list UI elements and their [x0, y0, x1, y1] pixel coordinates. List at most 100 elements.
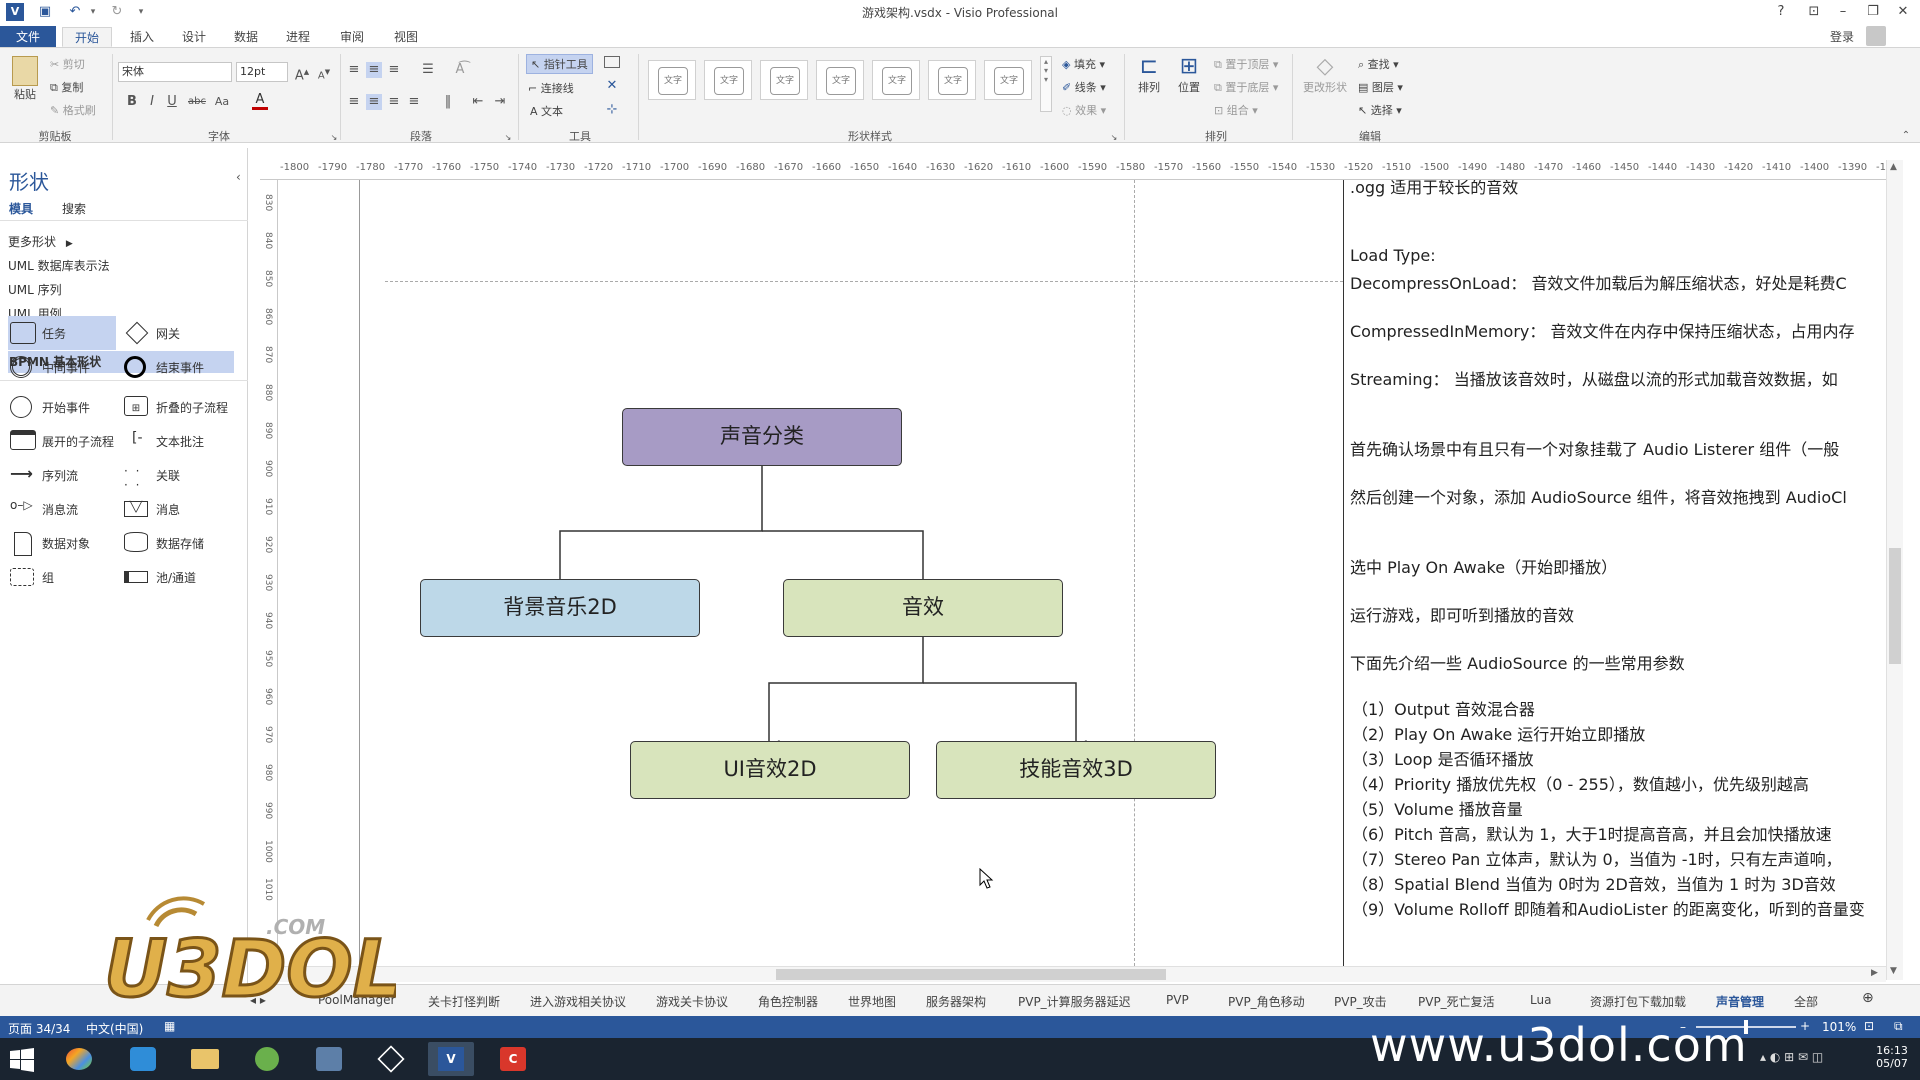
- taskbar-app-green[interactable]: [244, 1042, 290, 1076]
- page-tab[interactable]: 全部: [1794, 993, 1818, 1010]
- change-shape-button[interactable]: ◇ 更改形状: [1300, 54, 1350, 95]
- add-page-icon[interactable]: ⊕: [1862, 990, 1874, 1006]
- help-button[interactable]: ?: [1770, 2, 1792, 22]
- text-tool-button[interactable]: A 文本: [530, 103, 563, 119]
- shape-style-option[interactable]: 文字: [648, 60, 696, 100]
- zoom-in-icon[interactable]: +: [1800, 1019, 1810, 1033]
- align-button[interactable]: ⊏ 排列: [1132, 54, 1166, 95]
- language-indicator[interactable]: 中文(中国): [86, 1020, 143, 1037]
- shape-style-option[interactable]: 文字: [928, 60, 976, 100]
- connector-sfx-ui[interactable]: [767, 637, 924, 752]
- collapse-ribbon-icon[interactable]: ⌃: [1898, 128, 1914, 144]
- shape-end-event[interactable]: 结束事件: [122, 350, 234, 384]
- page-tab[interactable]: 关卡打怪判断: [428, 993, 500, 1010]
- position-button[interactable]: ⊞ 位置: [1172, 54, 1206, 95]
- align-top-icon[interactable]: ≡: [346, 62, 362, 78]
- page-tab[interactable]: 进入游戏相关协议: [530, 993, 626, 1010]
- stencil-uml-database[interactable]: UML 数据库表示法: [8, 255, 234, 277]
- tab-review[interactable]: 审阅: [330, 27, 374, 47]
- tab-search[interactable]: 搜索: [62, 200, 86, 217]
- page-tab[interactable]: PVP_计算服务器延迟: [1018, 993, 1131, 1010]
- shape-text-annotation[interactable]: [‑ 文本批注: [122, 424, 234, 458]
- page-tab[interactable]: PVP: [1166, 993, 1189, 1007]
- page-tab[interactable]: 资源打包下载加载: [1590, 993, 1686, 1010]
- rectangle-tool-icon[interactable]: [604, 56, 620, 68]
- shape-start-event[interactable]: 开始事件: [8, 390, 116, 424]
- text-direction-icon[interactable]: A͡: [452, 62, 468, 78]
- shape-gateway[interactable]: 网关: [122, 316, 234, 350]
- drawing-canvas[interactable]: 声音分类 背景音乐2D 音效 UI音效2D 技能音效3D .ogg 适用于较长的…: [279, 180, 1886, 966]
- shape-task[interactable]: 任务: [8, 316, 116, 350]
- line-spacing-icon[interactable]: ‖: [440, 94, 456, 110]
- minimize-icon[interactable]: –: [1832, 2, 1854, 22]
- node-background-music[interactable]: 背景音乐2D: [420, 579, 700, 637]
- connector-root-bgm[interactable]: [558, 466, 763, 600]
- decrease-indent-icon[interactable]: ⇤: [470, 94, 486, 110]
- page-tab[interactable]: PVP_攻击: [1334, 993, 1387, 1010]
- shape-intermediate-event[interactable]: 中间事件: [8, 350, 116, 384]
- shape-style-option[interactable]: 文字: [872, 60, 920, 100]
- shape-group[interactable]: 组: [8, 560, 116, 594]
- shape-message[interactable]: ╲╱ 消息: [122, 492, 234, 526]
- shape-style-option[interactable]: 文字: [816, 60, 864, 100]
- shape-style-option[interactable]: 文字: [984, 60, 1032, 100]
- page-tab[interactable]: 服务器架构: [926, 993, 986, 1010]
- close-icon[interactable]: ✕: [1892, 2, 1914, 22]
- system-tray-icons[interactable]: ▴ ◐ ⊞ ✉ ◫: [1760, 1050, 1823, 1064]
- tab-data[interactable]: 数据: [224, 27, 268, 47]
- pointer-tool-button[interactable]: ↖ 指针工具: [526, 54, 593, 74]
- vertical-scroll-thumb[interactable]: [1889, 548, 1901, 664]
- align-center-icon[interactable]: ≡: [366, 94, 382, 110]
- page-tab[interactable]: 游戏关卡协议: [656, 993, 728, 1010]
- page-tab[interactable]: Lua: [1530, 993, 1551, 1007]
- node-sound-category[interactable]: 声音分类: [622, 408, 902, 466]
- effects-button[interactable]: ◌ 效果 ▾: [1062, 102, 1106, 118]
- shape-data-object[interactable]: 数据对象: [8, 526, 116, 560]
- gallery-scroll-icon[interactable]: ▴ ▾ ▾: [1040, 56, 1052, 112]
- tab-home[interactable]: 开始: [62, 27, 112, 47]
- node-ui-sound-2d[interactable]: UI音效2D: [630, 741, 910, 799]
- page-tab[interactable]: 世界地图: [848, 993, 896, 1010]
- taskbar-app-explorer[interactable]: [182, 1042, 228, 1076]
- tab-stencils[interactable]: 模具: [9, 200, 33, 217]
- shape-message-flow[interactable]: o–▷ 消息流: [8, 492, 116, 526]
- shrink-font-icon[interactable]: A▼: [316, 64, 332, 81]
- scroll-up-icon[interactable]: ▲: [1890, 162, 1897, 172]
- strikethrough-button[interactable]: abc: [186, 94, 208, 110]
- fill-button[interactable]: ◈ 填充 ▾: [1062, 56, 1105, 72]
- shape-style-option[interactable]: 文字: [704, 60, 752, 100]
- taskbar-app-network[interactable]: [306, 1042, 352, 1076]
- justify-icon[interactable]: ≡: [406, 94, 422, 110]
- layers-button[interactable]: ▤ 图层 ▾: [1358, 79, 1403, 95]
- connection-point-icon[interactable]: ⊹: [604, 102, 620, 118]
- fit-page-icon[interactable]: ⊡: [1864, 1019, 1874, 1033]
- vertical-scrollbar[interactable]: ▲ ▼: [1886, 160, 1903, 980]
- italic-button[interactable]: I: [144, 94, 160, 110]
- shape-sequence-flow[interactable]: ⟶ 序列流: [8, 458, 116, 492]
- align-middle-icon[interactable]: ≡: [366, 62, 382, 78]
- cut-button[interactable]: ✂ 剪切: [50, 56, 85, 72]
- shape-association[interactable]: · · · · 关联: [122, 458, 234, 492]
- tab-design[interactable]: 设计: [172, 27, 216, 47]
- connector-tool-button[interactable]: ⌐ 连接线: [528, 80, 574, 96]
- notes-text-box[interactable]: .ogg 适用于较长的音效 Load Type: DecompressOnLoa…: [1343, 180, 1886, 966]
- send-to-back-button[interactable]: ⧉ 置于底层 ▾: [1214, 79, 1278, 95]
- scroll-right-icon[interactable]: ▶: [1871, 968, 1878, 978]
- restore-icon[interactable]: ❐: [1862, 2, 1884, 22]
- page-tab[interactable]: PVP_角色移动: [1228, 993, 1305, 1010]
- shape-pool-lane[interactable]: 池/通道: [122, 560, 234, 594]
- paragraph-dialog-launcher-icon[interactable]: ↘: [500, 130, 516, 146]
- shape-collapsed-subprocess[interactable]: ⊞ 折叠的子流程: [122, 390, 234, 424]
- change-case-button[interactable]: Aa: [210, 94, 234, 110]
- tab-process[interactable]: 进程: [276, 27, 320, 47]
- align-left-icon[interactable]: ≡: [346, 94, 362, 110]
- align-right-icon[interactable]: ≡: [386, 94, 402, 110]
- taskbar-app-unity[interactable]: [368, 1042, 414, 1076]
- sign-in-link[interactable]: 登录: [1822, 27, 1862, 47]
- shape-data-store[interactable]: 数据存储: [122, 526, 234, 560]
- connector-sfx-skill[interactable]: [923, 682, 1087, 752]
- switch-windows-icon[interactable]: ⧉: [1894, 1019, 1903, 1034]
- clock[interactable]: 16:13 05/07: [1872, 1044, 1912, 1070]
- shape-expanded-subprocess[interactable]: 展开的子流程: [8, 424, 116, 458]
- node-skill-sound-3d[interactable]: 技能音效3D: [936, 741, 1216, 799]
